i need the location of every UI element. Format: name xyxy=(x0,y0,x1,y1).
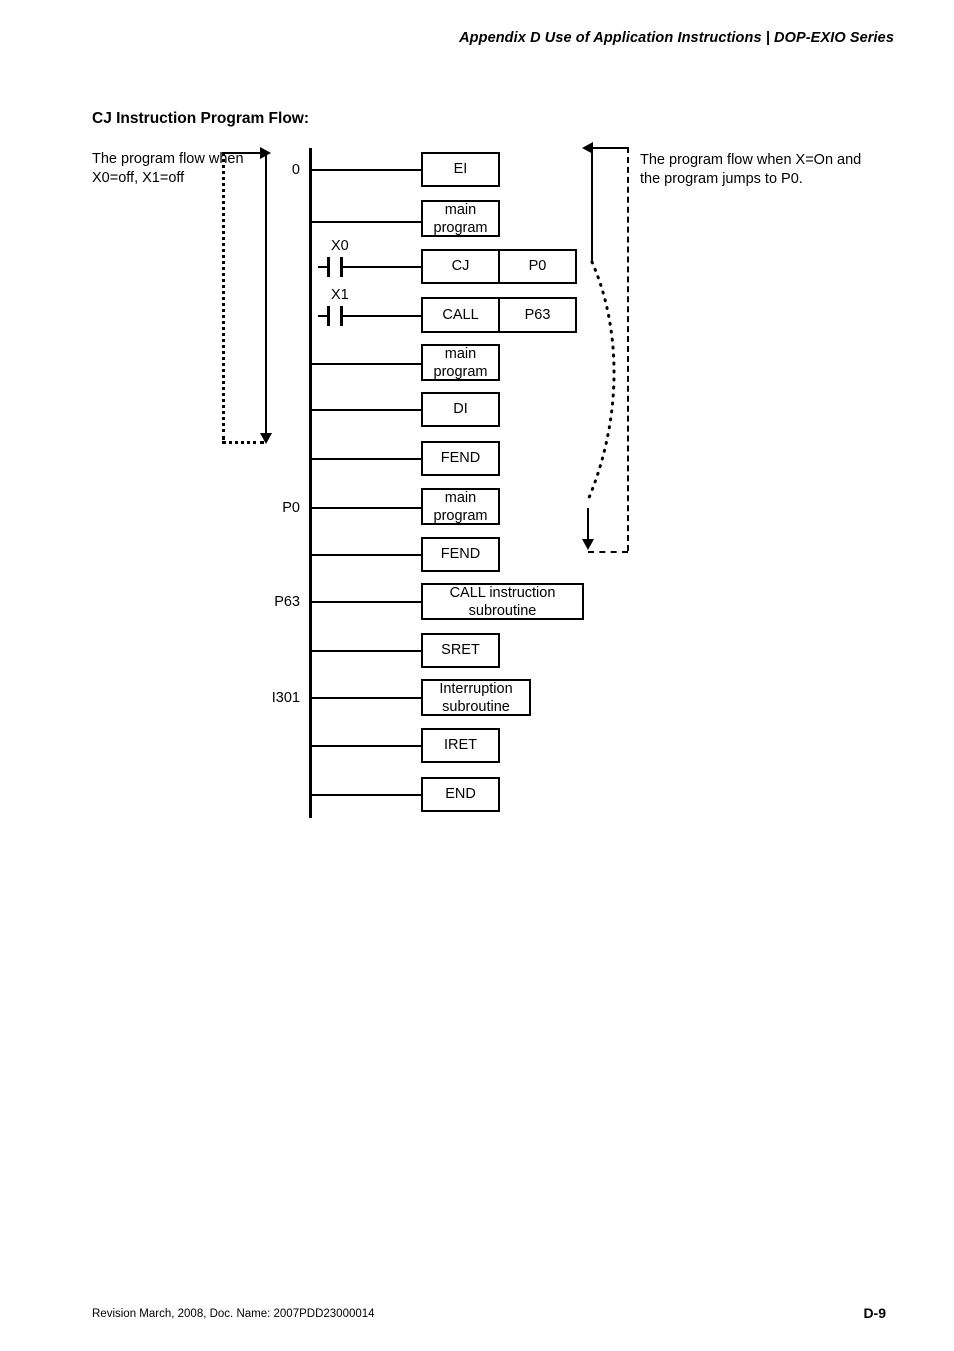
footer-page-number: D-9 xyxy=(863,1305,886,1321)
contact-name-x1: X1 xyxy=(331,287,349,303)
contact-x0-lead-right xyxy=(343,266,352,268)
instruction-box-call-operand: P63 xyxy=(524,306,551,323)
row-wire-12 xyxy=(311,745,421,747)
contact-x1-bar-left xyxy=(327,306,330,326)
instruction-box-end-label: END xyxy=(445,786,476,802)
instruction-box-main-program-1[interactable]: main program xyxy=(421,200,500,237)
right-flow-lower-vertical xyxy=(587,508,589,543)
row-wire-0 xyxy=(311,169,421,171)
right-flow-bottom-arrowhead xyxy=(582,539,594,550)
instruction-box-fend-1-label: FEND xyxy=(440,450,481,466)
row-wire-10 xyxy=(311,650,421,652)
row-wire-2 xyxy=(352,266,421,268)
left-flow-top-line xyxy=(224,152,264,154)
contact-x0-lead-left xyxy=(318,266,327,268)
row-wire-9 xyxy=(311,601,421,603)
row-wire-3 xyxy=(352,315,421,317)
right-flow-dashed-horizontal xyxy=(588,551,628,553)
instruction-box-iret[interactable]: IRET xyxy=(421,728,500,763)
instruction-box-cj-opcode: CJ xyxy=(423,251,500,282)
contact-x0[interactable] xyxy=(318,257,352,277)
instruction-box-main-program-2[interactable]: main program xyxy=(421,344,500,381)
instruction-box-main-program-1-label: main program xyxy=(433,201,488,236)
instruction-box-end[interactable]: END xyxy=(421,777,500,812)
instruction-box-interruption-subroutine-label: Interruption subroutine xyxy=(439,680,513,715)
row-wire-6 xyxy=(311,458,421,460)
row-wire-11 xyxy=(311,697,421,699)
instruction-box-main-program-2-label: main program xyxy=(433,345,488,380)
ladder-power-rail xyxy=(309,148,312,818)
instruction-box-fend-1[interactable]: FEND xyxy=(421,441,500,476)
right-flow-dashed-vertical xyxy=(627,147,629,551)
right-flow-upper-vertical xyxy=(591,147,593,262)
row-wire-4 xyxy=(311,363,421,365)
row-label-0: 0 xyxy=(291,162,300,178)
row-wire-8 xyxy=(311,554,421,556)
instruction-box-ei[interactable]: EI xyxy=(421,152,500,187)
instruction-box-call[interactable]: CALL P63 xyxy=(421,297,577,333)
instruction-box-ei-label: EI xyxy=(453,161,468,177)
row-label-p63: P63 xyxy=(274,594,300,610)
row-wire-13 xyxy=(311,794,421,796)
instruction-box-fend-2[interactable]: FEND xyxy=(421,537,500,572)
annotation-right-flow: The program flow when X=On and the progr… xyxy=(640,152,862,187)
row-wire-1 xyxy=(311,221,421,223)
instruction-box-iret-label: IRET xyxy=(443,737,478,753)
instruction-box-cj-operand: P0 xyxy=(528,258,547,274)
instruction-box-di[interactable]: DI xyxy=(421,392,500,427)
contact-x1-lead-left xyxy=(318,315,327,317)
instruction-box-cj[interactable]: CJ P0 xyxy=(421,249,577,284)
contact-x1-lead-right xyxy=(343,315,352,317)
instruction-box-fend-2-label: FEND xyxy=(440,546,481,562)
instruction-box-interruption-subroutine[interactable]: Interruption subroutine xyxy=(421,679,531,716)
right-flow-top-line xyxy=(592,147,628,149)
instruction-box-sret-label: SRET xyxy=(441,642,480,658)
row-label-p0: P0 xyxy=(282,500,300,516)
cj-instruction-program-flow-diagram: The program flow when X0=off, X1=off The… xyxy=(0,0,954,900)
instruction-box-call-opcode: CALL xyxy=(423,299,500,331)
instruction-box-sret[interactable]: SRET xyxy=(421,633,500,668)
instruction-box-main-program-3[interactable]: main program xyxy=(421,488,500,525)
left-flow-vertical-line xyxy=(265,152,267,437)
contact-x1[interactable] xyxy=(318,306,352,326)
right-flow-curved-dotted-path xyxy=(586,260,616,502)
contact-x0-bar-left xyxy=(327,257,330,277)
instruction-box-call-subroutine[interactable]: CALL instruction subroutine xyxy=(421,583,584,620)
row-wire-5 xyxy=(311,409,421,411)
instruction-box-main-program-3-label: main program xyxy=(433,489,488,524)
instruction-box-di-label: DI xyxy=(453,401,468,417)
row-wire-7 xyxy=(311,507,421,509)
row-label-i301: I301 xyxy=(271,690,300,706)
left-flow-dotted-horizontal xyxy=(222,441,264,444)
instruction-box-call-subroutine-label: CALL instruction subroutine xyxy=(449,584,556,619)
contact-name-x0: X0 xyxy=(331,238,349,254)
left-flow-dotted-vertical xyxy=(222,152,225,440)
